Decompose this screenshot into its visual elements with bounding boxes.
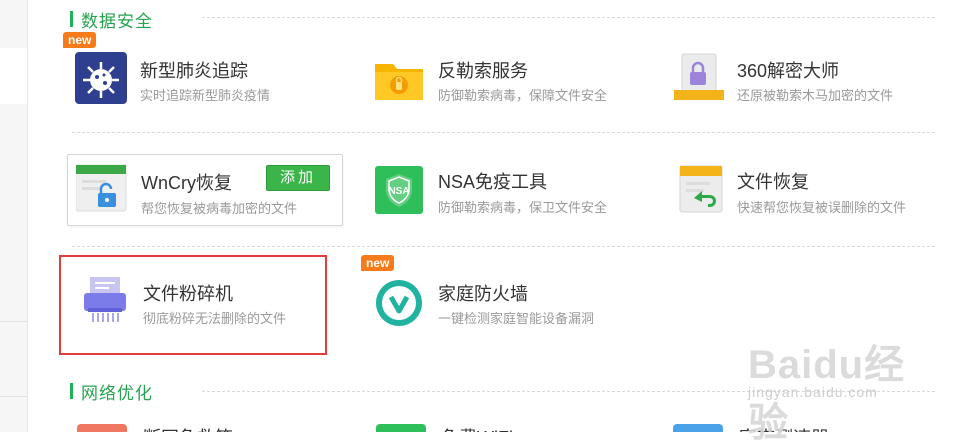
tool-360-decrypt[interactable]: 360解密大师 还原被勒索木马加密的文件 (664, 40, 954, 116)
tool-desc: 防御勒索病毒，保障文件安全 (438, 88, 608, 103)
add-button[interactable]: 添加 (266, 165, 330, 191)
tool-name-partial[interactable]: 宽带测速器 (739, 424, 829, 432)
wifi-icon[interactable] (376, 424, 426, 432)
left-sidebar (0, 0, 28, 432)
highlight-box (59, 255, 327, 355)
new-badge: new (63, 32, 97, 48)
sidebar-selected-slot[interactable] (0, 48, 27, 104)
tool-name: 文件恢复 (737, 172, 809, 192)
tool-anti-ransomware[interactable]: 反勒索服务 防御勒索病毒，保障文件安全 (365, 40, 655, 116)
watermark-url: jingyan.baidu.com (748, 384, 878, 400)
tool-name: WnCry恢复 (141, 173, 232, 193)
tool-desc: 快速帮您恢复被误删除的文件 (737, 200, 907, 215)
tool-home-firewall[interactable]: new 家庭防火墙 一键检测家庭智能设备漏洞 (361, 255, 655, 339)
tool-name: 家庭防火墙 (438, 284, 528, 304)
speedtest-icon[interactable] (673, 424, 723, 432)
new-badge: new (361, 255, 395, 271)
section-title: 数据安全 (81, 11, 153, 31)
section-divider (202, 391, 935, 392)
tool-pneumonia-tracker[interactable]: new 新型肺炎追踪 实时追踪新型肺炎疫情 (63, 32, 357, 116)
tool-nsa-immunity[interactable]: NSA NSA免疫工具 防御勒索病毒，保卫文件安全 (365, 154, 655, 230)
baidu-watermark: Baidu经验 jingyan.baidu.com (748, 332, 938, 445)
section-header-network-optimization: 网络优化 (70, 380, 153, 403)
tool-desc: 还原被勒索木马加密的文件 (737, 88, 894, 103)
sidebar-divider (0, 321, 27, 322)
nsa-shield-icon: NSA (373, 164, 425, 216)
tool-name-partial[interactable]: 断网急救箱 (143, 424, 233, 432)
unlock-window-icon (75, 163, 128, 215)
tool-wncry-restore[interactable]: WnCry恢复 帮您恢复被病毒加密的文件 添加 (67, 154, 343, 226)
section-header-data-security: 数据安全 (70, 8, 153, 31)
section-marker (70, 11, 73, 27)
tool-name: 反勒索服务 (438, 61, 528, 81)
tool-name: NSA免疫工具 (438, 172, 548, 192)
row-divider (72, 246, 935, 247)
folder-lock-icon (373, 52, 425, 104)
tool-desc: 实时追踪新型肺炎疫情 (140, 88, 271, 103)
first-aid-icon[interactable] (77, 424, 127, 432)
row-divider (72, 132, 935, 133)
decrypt-lock-icon (672, 52, 724, 104)
nsa-label: NSA (388, 186, 409, 197)
sidebar-divider (0, 396, 27, 397)
tool-desc: 一键检测家庭智能设备漏洞 (438, 311, 595, 326)
home-firewall-icon (373, 275, 425, 327)
section-divider (202, 17, 935, 18)
section-marker (70, 383, 73, 399)
tool-desc: 帮您恢复被病毒加密的文件 (141, 201, 298, 216)
tool-desc: 防御勒索病毒，保卫文件安全 (438, 200, 608, 215)
section-title: 网络优化 (81, 383, 153, 403)
file-restore-icon (672, 164, 724, 216)
virus-icon (75, 52, 127, 104)
tool-name: 新型肺炎追踪 (140, 61, 248, 81)
tool-file-restore[interactable]: 文件恢复 快速帮您恢复被误删除的文件 (664, 154, 954, 230)
tool-name-partial[interactable]: 免费WiFi (441, 424, 513, 432)
tool-name: 360解密大师 (737, 61, 840, 81)
